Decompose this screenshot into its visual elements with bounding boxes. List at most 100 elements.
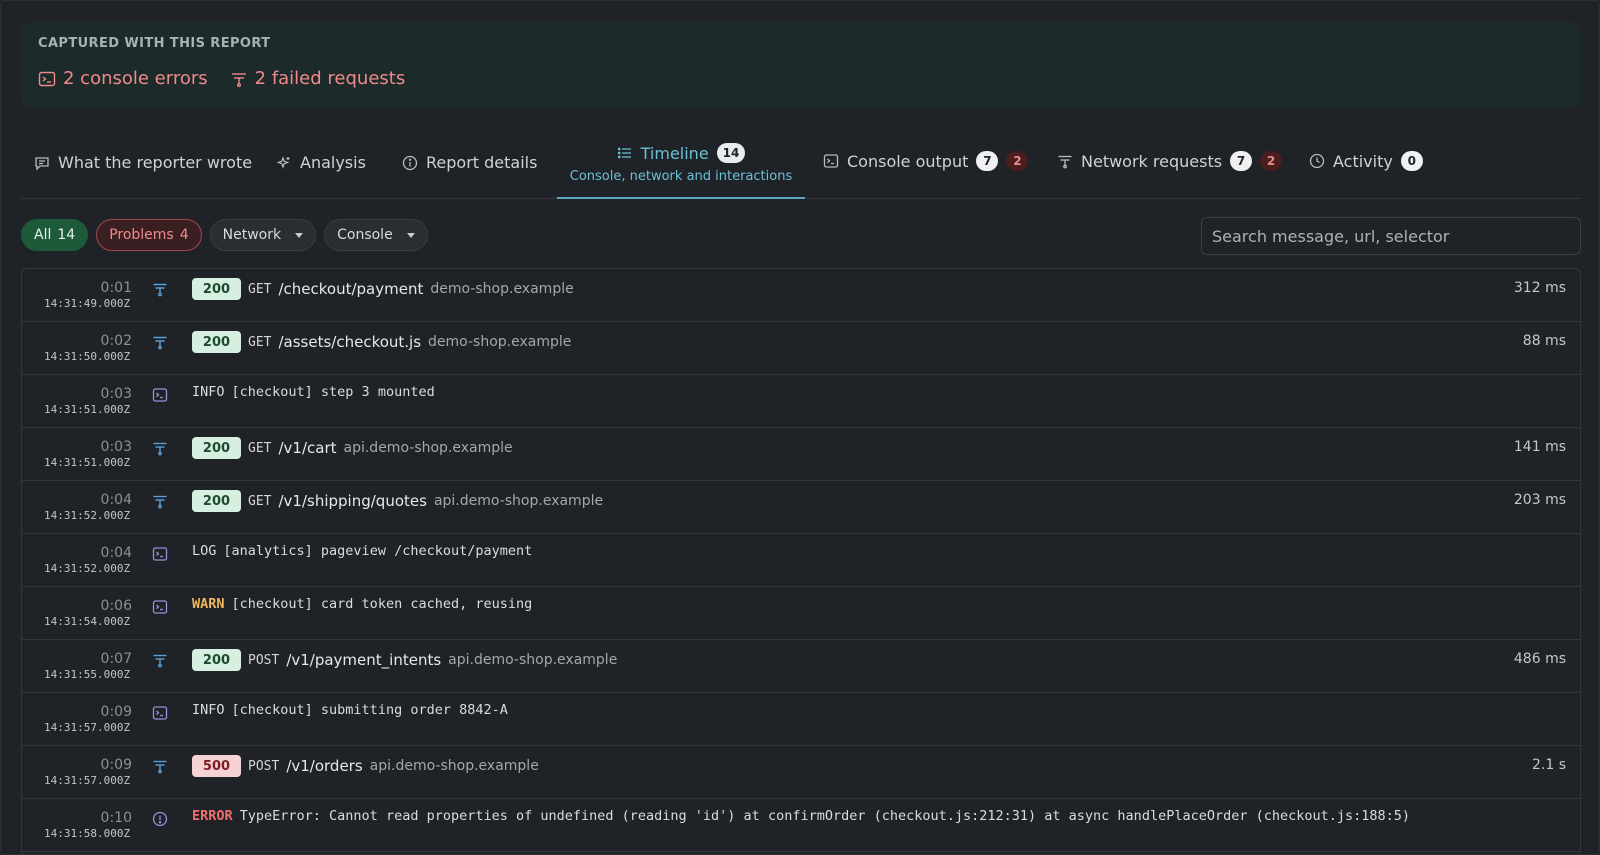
timeline-row[interactable]: 0:09 14:31:57.000Z INFO [checkout] submitti… xyxy=(22,693,1580,746)
filter-network-dropdown[interactable]: Network xyxy=(209,219,317,251)
filter-all-label: All xyxy=(34,227,52,243)
tab-reporter-label: What the reporter wrote xyxy=(58,153,253,172)
request-duration: 141 ms xyxy=(1513,439,1566,455)
request-host: api.demo-shop.example xyxy=(343,440,513,456)
row-content: 200 GET/checkout/payment demo-shop.example xyxy=(192,278,574,300)
absolute-timestamp: 14:31:52.000Z xyxy=(44,562,131,575)
timeline-row[interactable]: 0:09 14:31:57.000Z 2.1 s 500 POST/v1/orders a… xyxy=(22,746,1580,799)
filter-problems-chip[interactable]: Problems 4 xyxy=(96,219,202,251)
http-method: POST xyxy=(248,758,280,774)
row-content: INFO [checkout] step 3 mounted xyxy=(192,384,435,400)
tab-report-details[interactable]: Report details xyxy=(402,153,537,172)
timeline-row[interactable]: 0:10 14:31:58.000Z ERROR TypeError: Cannot … xyxy=(22,799,1580,852)
request-duration: 88 ms xyxy=(1522,333,1566,349)
info-icon xyxy=(402,155,418,170)
filter-console-dropdown[interactable]: Console xyxy=(324,219,428,251)
tab-analysis-label: Analysis xyxy=(300,153,366,172)
row-content: 200 POST/v1/payment_intents api.demo-shop.… xyxy=(192,649,617,671)
terminal-icon xyxy=(152,387,168,403)
failed-requests-label: 2 failed requests xyxy=(254,68,406,89)
activity-count-badge: 0 xyxy=(1400,151,1423,171)
request-duration: 203 ms xyxy=(1513,492,1566,508)
tab-timeline-count: 14 xyxy=(716,143,746,163)
tab-console-output[interactable]: Console output 7 2 xyxy=(823,151,1029,171)
tab-analysis[interactable]: Analysis xyxy=(276,153,366,172)
timeline-search-input[interactable] xyxy=(1201,217,1581,255)
log-message: [checkout] card token cached, reusing xyxy=(231,596,533,612)
log-message: [analytics] pageview /checkout/payment xyxy=(223,543,533,559)
console-error-badge: 2 xyxy=(1006,151,1029,171)
network-icon xyxy=(152,281,168,297)
terminal-icon xyxy=(152,705,168,721)
timeline-row[interactable]: 0:07 14:31:55.000Z 486 ms 200 POST/v1/paymen… xyxy=(22,640,1580,693)
network-icon xyxy=(152,334,168,350)
tab-activity[interactable]: Activity 0 xyxy=(1309,151,1423,171)
relative-time: 0:03 xyxy=(100,386,132,402)
filter-bar: All 14 Problems 4 Network Console xyxy=(21,219,428,251)
tab-network-label: Network requests xyxy=(1081,151,1223,171)
network-icon xyxy=(152,493,168,509)
request-host: api.demo-shop.example xyxy=(448,652,618,668)
log-message: [checkout] step 3 mounted xyxy=(231,384,435,400)
absolute-timestamp: 14:31:58.000Z xyxy=(44,827,131,840)
filter-console-label: Console xyxy=(337,227,393,243)
request-path: /checkout/payment xyxy=(278,280,424,298)
filter-problems-count: 4 xyxy=(179,227,189,243)
timeline-row[interactable]: 0:04 14:31:52.000Z LOG [analytics] pageview… xyxy=(22,534,1580,587)
tab-timeline-label: Timeline xyxy=(640,143,709,163)
tab-network-requests[interactable]: Network requests 7 2 xyxy=(1057,151,1283,171)
chevron-down-icon xyxy=(295,232,304,238)
relative-time: 0:01 xyxy=(100,280,132,296)
relative-time: 0:02 xyxy=(100,333,132,349)
timeline-row[interactable]: 0:01 14:31:49.000Z 312 ms 200 GET/checkout/p… xyxy=(22,269,1580,322)
network-icon xyxy=(152,440,168,456)
request-path: /v1/cart xyxy=(278,439,337,457)
absolute-timestamp: 14:31:57.000Z xyxy=(44,721,131,734)
request-host: demo-shop.example xyxy=(430,281,574,297)
filter-all-chip[interactable]: All 14 xyxy=(21,219,89,251)
network-icon xyxy=(1058,155,1072,169)
sparkle-icon xyxy=(276,155,290,169)
report-panel: CAPTURED WITH THIS REPORT 2 console erro… xyxy=(0,0,1600,855)
absolute-timestamp: 14:31:55.000Z xyxy=(44,668,131,681)
log-message: TypeError: Cannot read properties of und… xyxy=(239,808,1411,824)
timeline-row[interactable]: 0:03 14:31:51.000Z 141 ms 200 GET/v1/cart api… xyxy=(22,428,1580,481)
timeline-row[interactable]: 0:04 14:31:52.000Z 203 ms 200 GET/v1/shippin… xyxy=(22,481,1580,534)
tab-reporter[interactable]: What the reporter wrote xyxy=(34,153,252,172)
console-errors-link[interactable]: 2 console errors xyxy=(38,68,208,89)
tab-console-label: Console output xyxy=(847,151,969,171)
relative-time: 0:03 xyxy=(100,439,132,455)
timeline-row[interactable]: 0:03 14:31:51.000Z INFO [checkout] step 3 m… xyxy=(22,375,1580,428)
message-icon xyxy=(35,156,49,171)
tab-report-details-label: Report details xyxy=(426,153,538,172)
failed-requests-link[interactable]: 2 failed requests xyxy=(230,68,406,89)
relative-time: 0:10 xyxy=(100,810,132,826)
filter-all-count: 14 xyxy=(57,227,76,243)
chevron-down-icon xyxy=(406,232,415,238)
request-duration: 2.1 s xyxy=(1531,757,1566,773)
tab-timeline[interactable]: Timeline 14 Console, network and interac… xyxy=(557,131,805,199)
status-badge: 200 xyxy=(192,649,241,671)
terminal-icon xyxy=(152,599,168,615)
network-icon xyxy=(231,72,246,87)
log-level: INFO xyxy=(192,702,225,718)
status-badge: 200 xyxy=(192,437,241,459)
absolute-timestamp: 14:31:51.000Z xyxy=(44,403,131,416)
row-content: LOG [analytics] pageview /checkout/paymen… xyxy=(192,543,532,559)
timeline-row[interactable]: 0:02 14:31:50.000Z 88 ms 200 GET/assets/chec… xyxy=(22,322,1580,375)
request-path: /assets/checkout.js xyxy=(278,333,422,351)
row-content: 200 GET/v1/cart api.demo-shop.example xyxy=(192,437,513,459)
timeline-row[interactable]: 0:06 14:31:54.000Z WARN [checkout] card tok… xyxy=(22,587,1580,640)
clock-icon xyxy=(1309,153,1325,169)
request-path: /v1/shipping/quotes xyxy=(278,492,427,510)
request-path: /v1/orders xyxy=(286,757,363,775)
log-level: INFO xyxy=(192,384,225,400)
row-content: 200 GET/v1/shipping/quotes api.demo-shop.e… xyxy=(192,490,603,512)
network-icon xyxy=(152,652,168,668)
relative-time: 0:07 xyxy=(100,651,132,667)
absolute-timestamp: 14:31:57.000Z xyxy=(44,774,131,787)
captured-summary-banner: CAPTURED WITH THIS REPORT 2 console erro… xyxy=(21,22,1581,108)
banner-title: CAPTURED WITH THIS REPORT xyxy=(38,36,271,51)
http-method: GET xyxy=(248,440,272,456)
network-count-badge: 7 xyxy=(1230,151,1253,171)
